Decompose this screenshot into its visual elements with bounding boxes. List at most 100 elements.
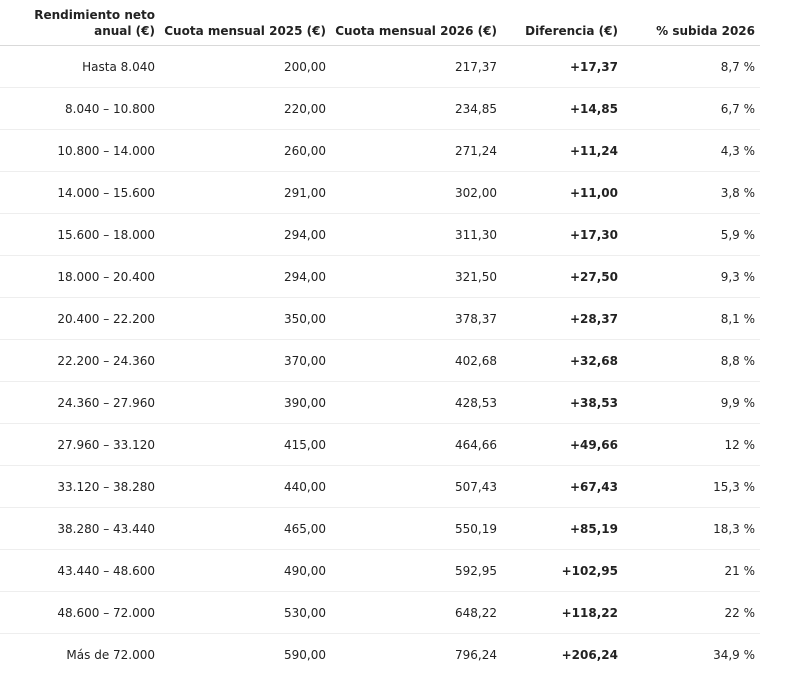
cell-net-income: 20.400 – 22.200 (0, 297, 160, 340)
cell-increase-pct: 21 % (623, 549, 760, 592)
table-row: 43.440 – 48.600 490,00 592,95 +102,95 21 % (0, 549, 760, 592)
cell-fee-2025: 200,00 (160, 45, 331, 88)
cell-difference: +102,95 (502, 549, 623, 592)
cell-net-income: 27.960 – 33.120 (0, 423, 160, 466)
cell-net-income: Hasta 8.040 (0, 45, 160, 88)
cell-difference: +11,00 (502, 171, 623, 214)
cell-fee-2025: 590,00 (284, 647, 326, 662)
cell-fee-2026: 378,37 (331, 297, 502, 340)
table-row: Más de 72.000 590,00 796,24 +206,24 34,9 % (0, 634, 760, 676)
cell-increase-pct: 12 % (623, 423, 760, 466)
cell-fee-2026: 321,50 (331, 255, 502, 298)
header-increase-pct: % subida 2026 (623, 0, 760, 46)
cell-fee-2026: 428,53 (331, 381, 502, 424)
cell-fee-2026: 648,22 (331, 591, 502, 634)
table-row: 38.280 – 43.440 465,00 550,19 +85,19 18,3 % (0, 507, 760, 550)
cell-net-income: 10.800 – 14.000 (0, 129, 160, 172)
cell-net-income: 48.600 – 72.000 (0, 591, 160, 634)
table-header: Rendimiento neto anual (€) Cuota mensual… (0, 0, 760, 46)
table-row: 15.600 – 18.000 294,00 311,30 +17,30 5,9 % (0, 213, 760, 256)
cell-difference: +49,66 (502, 423, 623, 466)
cell-fee-2025: 294,00 (160, 213, 331, 256)
cell-net-income: 24.360 – 27.960 (0, 381, 160, 424)
cell-fee-2026: 592,95 (331, 549, 502, 592)
cell-increase-pct: 8,7 % (623, 45, 760, 88)
header-difference: Diferencia (€) (502, 0, 623, 46)
table-row: 48.600 – 72.000 530,00 648,22 +118,22 22 % (0, 591, 760, 634)
cell-difference: +17,37 (502, 45, 623, 88)
table-row: 14.000 – 15.600 291,00 302,00 +11,00 3,8 % (0, 171, 760, 214)
cell-difference: +11,24 (502, 129, 623, 172)
cell-net-income: 8.040 – 10.800 (0, 87, 160, 130)
table-row: 18.000 – 20.400 294,00 321,50 +27,50 9,3 % (0, 255, 760, 298)
cell-net-income: 18.000 – 20.400 (0, 255, 160, 298)
cell-increase-pct: 4,3 % (623, 129, 760, 172)
cell-net-income: 38.280 – 43.440 (0, 507, 160, 550)
cell-difference: +67,43 (502, 465, 623, 508)
cell-increase-pct: 9,9 % (623, 381, 760, 424)
cell-difference: +14,85 (502, 87, 623, 130)
cell-fee-2025: 350,00 (160, 297, 331, 340)
cell-fee-2025: 220,00 (160, 87, 331, 130)
table-row: 8.040 – 10.800 220,00 234,85 +14,85 6,7 % (0, 87, 760, 130)
cell-fee-2026: 302,00 (331, 171, 502, 214)
table-row: 10.800 – 14.000 260,00 271,24 +11,24 4,3 % (0, 129, 760, 172)
cell-increase-pct: 15,3 % (623, 465, 760, 508)
cell-difference: +38,53 (502, 381, 623, 424)
cell-fee-2025: 370,00 (160, 339, 331, 382)
cell-fee-2025: 294,00 (160, 255, 331, 298)
cell-increase-pct: 8,8 % (623, 339, 760, 382)
cell-net-income: 33.120 – 38.280 (0, 465, 160, 508)
table-row: 20.400 – 22.200 350,00 378,37 +28,37 8,1 % (0, 297, 760, 340)
cell-fee-2025: 415,00 (160, 423, 331, 466)
header-fee-2025: Cuota mensual 2025 (€) (160, 0, 331, 46)
cell-increase-pct: 6,7 % (623, 87, 760, 130)
cell-fee-2025: 440,00 (160, 465, 331, 508)
cell-difference: +27,50 (502, 255, 623, 298)
cell-fee-2025: 390,00 (160, 381, 331, 424)
cell-increase-pct: 9,3 % (623, 255, 760, 298)
header-row: Rendimiento neto anual (€) Cuota mensual… (0, 0, 760, 46)
fee-table-container: Rendimiento neto anual (€) Cuota mensual… (0, 0, 785, 680)
cell-fee-2025: 465,00 (160, 507, 331, 550)
cell-difference: +85,19 (502, 507, 623, 550)
cell-difference: +206,24 (561, 647, 618, 662)
cell-fee-2025: 260,00 (160, 129, 331, 172)
cell-fee-2026: 550,19 (331, 507, 502, 550)
cell-net-income: 43.440 – 48.600 (0, 549, 160, 592)
cell-fee-2025: 490,00 (160, 549, 331, 592)
cell-fee-2026: 217,37 (331, 45, 502, 88)
cell-net-income: 14.000 – 15.600 (0, 171, 160, 214)
table-row: 33.120 – 38.280 440,00 507,43 +67,43 15,3 % (0, 465, 760, 508)
table-row: Hasta 8.040 200,00 217,37 +17,37 8,7 % (0, 45, 760, 88)
cell-increase-pct: 34,9 % (713, 647, 755, 662)
cell-increase-pct: 18,3 % (623, 507, 760, 550)
cell-increase-pct: 22 % (623, 591, 760, 634)
table-row: 24.360 – 27.960 390,00 428,53 +38,53 9,9 % (0, 381, 760, 424)
cell-difference: +118,22 (502, 591, 623, 634)
cell-fee-2026: 464,66 (331, 423, 502, 466)
cell-net-income: Más de 72.000 (66, 647, 155, 662)
header-fee-2026: Cuota mensual 2026 (€) (331, 0, 502, 46)
cell-increase-pct: 5,9 % (623, 213, 760, 256)
cell-increase-pct: 3,8 % (623, 171, 760, 214)
cell-fee-2026: 271,24 (331, 129, 502, 172)
cell-difference: +28,37 (502, 297, 623, 340)
cell-fee-2026: 507,43 (331, 465, 502, 508)
cell-fee-2026: 311,30 (331, 213, 502, 256)
cell-increase-pct: 8,1 % (623, 297, 760, 340)
cell-net-income: 22.200 – 24.360 (0, 339, 160, 382)
cell-fee-2026: 796,24 (455, 647, 497, 662)
cell-difference: +17,30 (502, 213, 623, 256)
table-body: Hasta 8.040 200,00 217,37 +17,37 8,7 % 8.040 … (0, 45, 760, 676)
cell-fee-2025: 291,00 (160, 171, 331, 214)
fee-table: Rendimiento neto anual (€) Cuota mensual… (0, 0, 760, 675)
cell-difference: +32,68 (502, 339, 623, 382)
table-row: 27.960 – 33.120 415,00 464,66 +49,66 12 % (0, 423, 760, 466)
table-row: 22.200 – 24.360 370,00 402,68 +32,68 8,8 % (0, 339, 760, 382)
cell-fee-2025: 530,00 (160, 591, 331, 634)
cell-net-income: 15.600 – 18.000 (0, 213, 160, 256)
cell-fee-2026: 402,68 (331, 339, 502, 382)
cell-fee-2026: 234,85 (331, 87, 502, 130)
header-net-income: Rendimiento neto anual (€) (0, 0, 160, 46)
